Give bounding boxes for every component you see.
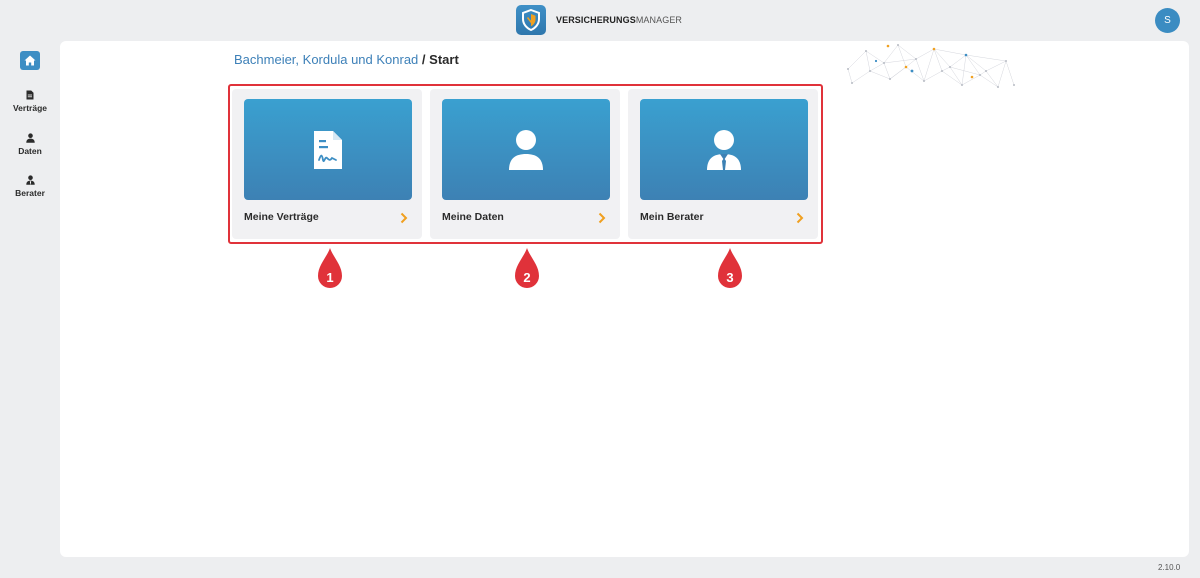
breadcrumb: Bachmeier, Kordula und Konrad / Start xyxy=(234,52,459,67)
tile-image xyxy=(244,99,412,200)
tile-image xyxy=(442,99,610,200)
annotation-number: 3 xyxy=(726,270,734,285)
tile-label: Meine Daten xyxy=(442,211,504,223)
home-button[interactable] xyxy=(20,51,40,70)
tile-meine-daten[interactable]: Meine Daten xyxy=(430,89,620,239)
advisor-icon xyxy=(25,175,35,185)
sidebar-item-daten[interactable]: Daten xyxy=(0,133,60,156)
sidebar-item-label: Berater xyxy=(15,188,45,198)
brand[interactable]: VERSICHERUNGSMANAGER xyxy=(516,5,682,35)
brand-name-light: MANAGER xyxy=(635,15,683,25)
brand-name-bold: VERSICHERUNGS xyxy=(556,15,636,25)
advisor-icon xyxy=(707,129,741,170)
sidebar-item-vertraege[interactable]: Verträge xyxy=(0,90,60,113)
annotation-marker-1: 1 xyxy=(317,248,343,288)
breadcrumb-current: Start xyxy=(429,52,459,67)
document-icon xyxy=(26,90,34,100)
annotation-number: 2 xyxy=(523,270,531,285)
top-bar: VERSICHERUNGSMANAGER S xyxy=(0,0,1200,40)
contract-icon xyxy=(314,130,342,169)
tile-label: Meine Verträge xyxy=(244,211,319,223)
person-icon xyxy=(25,133,35,143)
chevron-right-icon xyxy=(796,212,804,224)
sidebar-item-berater[interactable]: Berater xyxy=(0,175,60,198)
chevron-right-icon xyxy=(598,212,606,224)
sidebar-item-label: Verträge xyxy=(12,103,48,113)
home-icon xyxy=(24,55,36,66)
network-decoration xyxy=(847,44,1015,88)
annotation-marker-3: 3 xyxy=(717,248,743,288)
user-avatar[interactable]: S xyxy=(1155,8,1180,33)
annotation-marker-2: 2 xyxy=(514,248,540,288)
breadcrumb-link-client[interactable]: Bachmeier, Kordula und Konrad xyxy=(234,52,418,67)
sidebar-item-label: Daten xyxy=(18,146,42,156)
chevron-right-icon xyxy=(400,212,408,224)
shield-logo-icon xyxy=(516,5,546,35)
brand-name: VERSICHERUNGSMANAGER xyxy=(556,15,682,25)
tile-mein-berater[interactable]: Mein Berater xyxy=(628,89,818,239)
main-content: Bachmeier, Kordula und Konrad / Start Me… xyxy=(60,41,1189,557)
tile-meine-vertraege[interactable]: Meine Verträge xyxy=(232,89,422,239)
person-icon xyxy=(509,129,543,170)
annotation-number: 1 xyxy=(326,270,334,285)
app-version: 2.10.0 xyxy=(1158,563,1181,572)
breadcrumb-separator: / xyxy=(421,52,426,67)
tile-image xyxy=(640,99,808,200)
tile-label: Mein Berater xyxy=(640,211,704,223)
